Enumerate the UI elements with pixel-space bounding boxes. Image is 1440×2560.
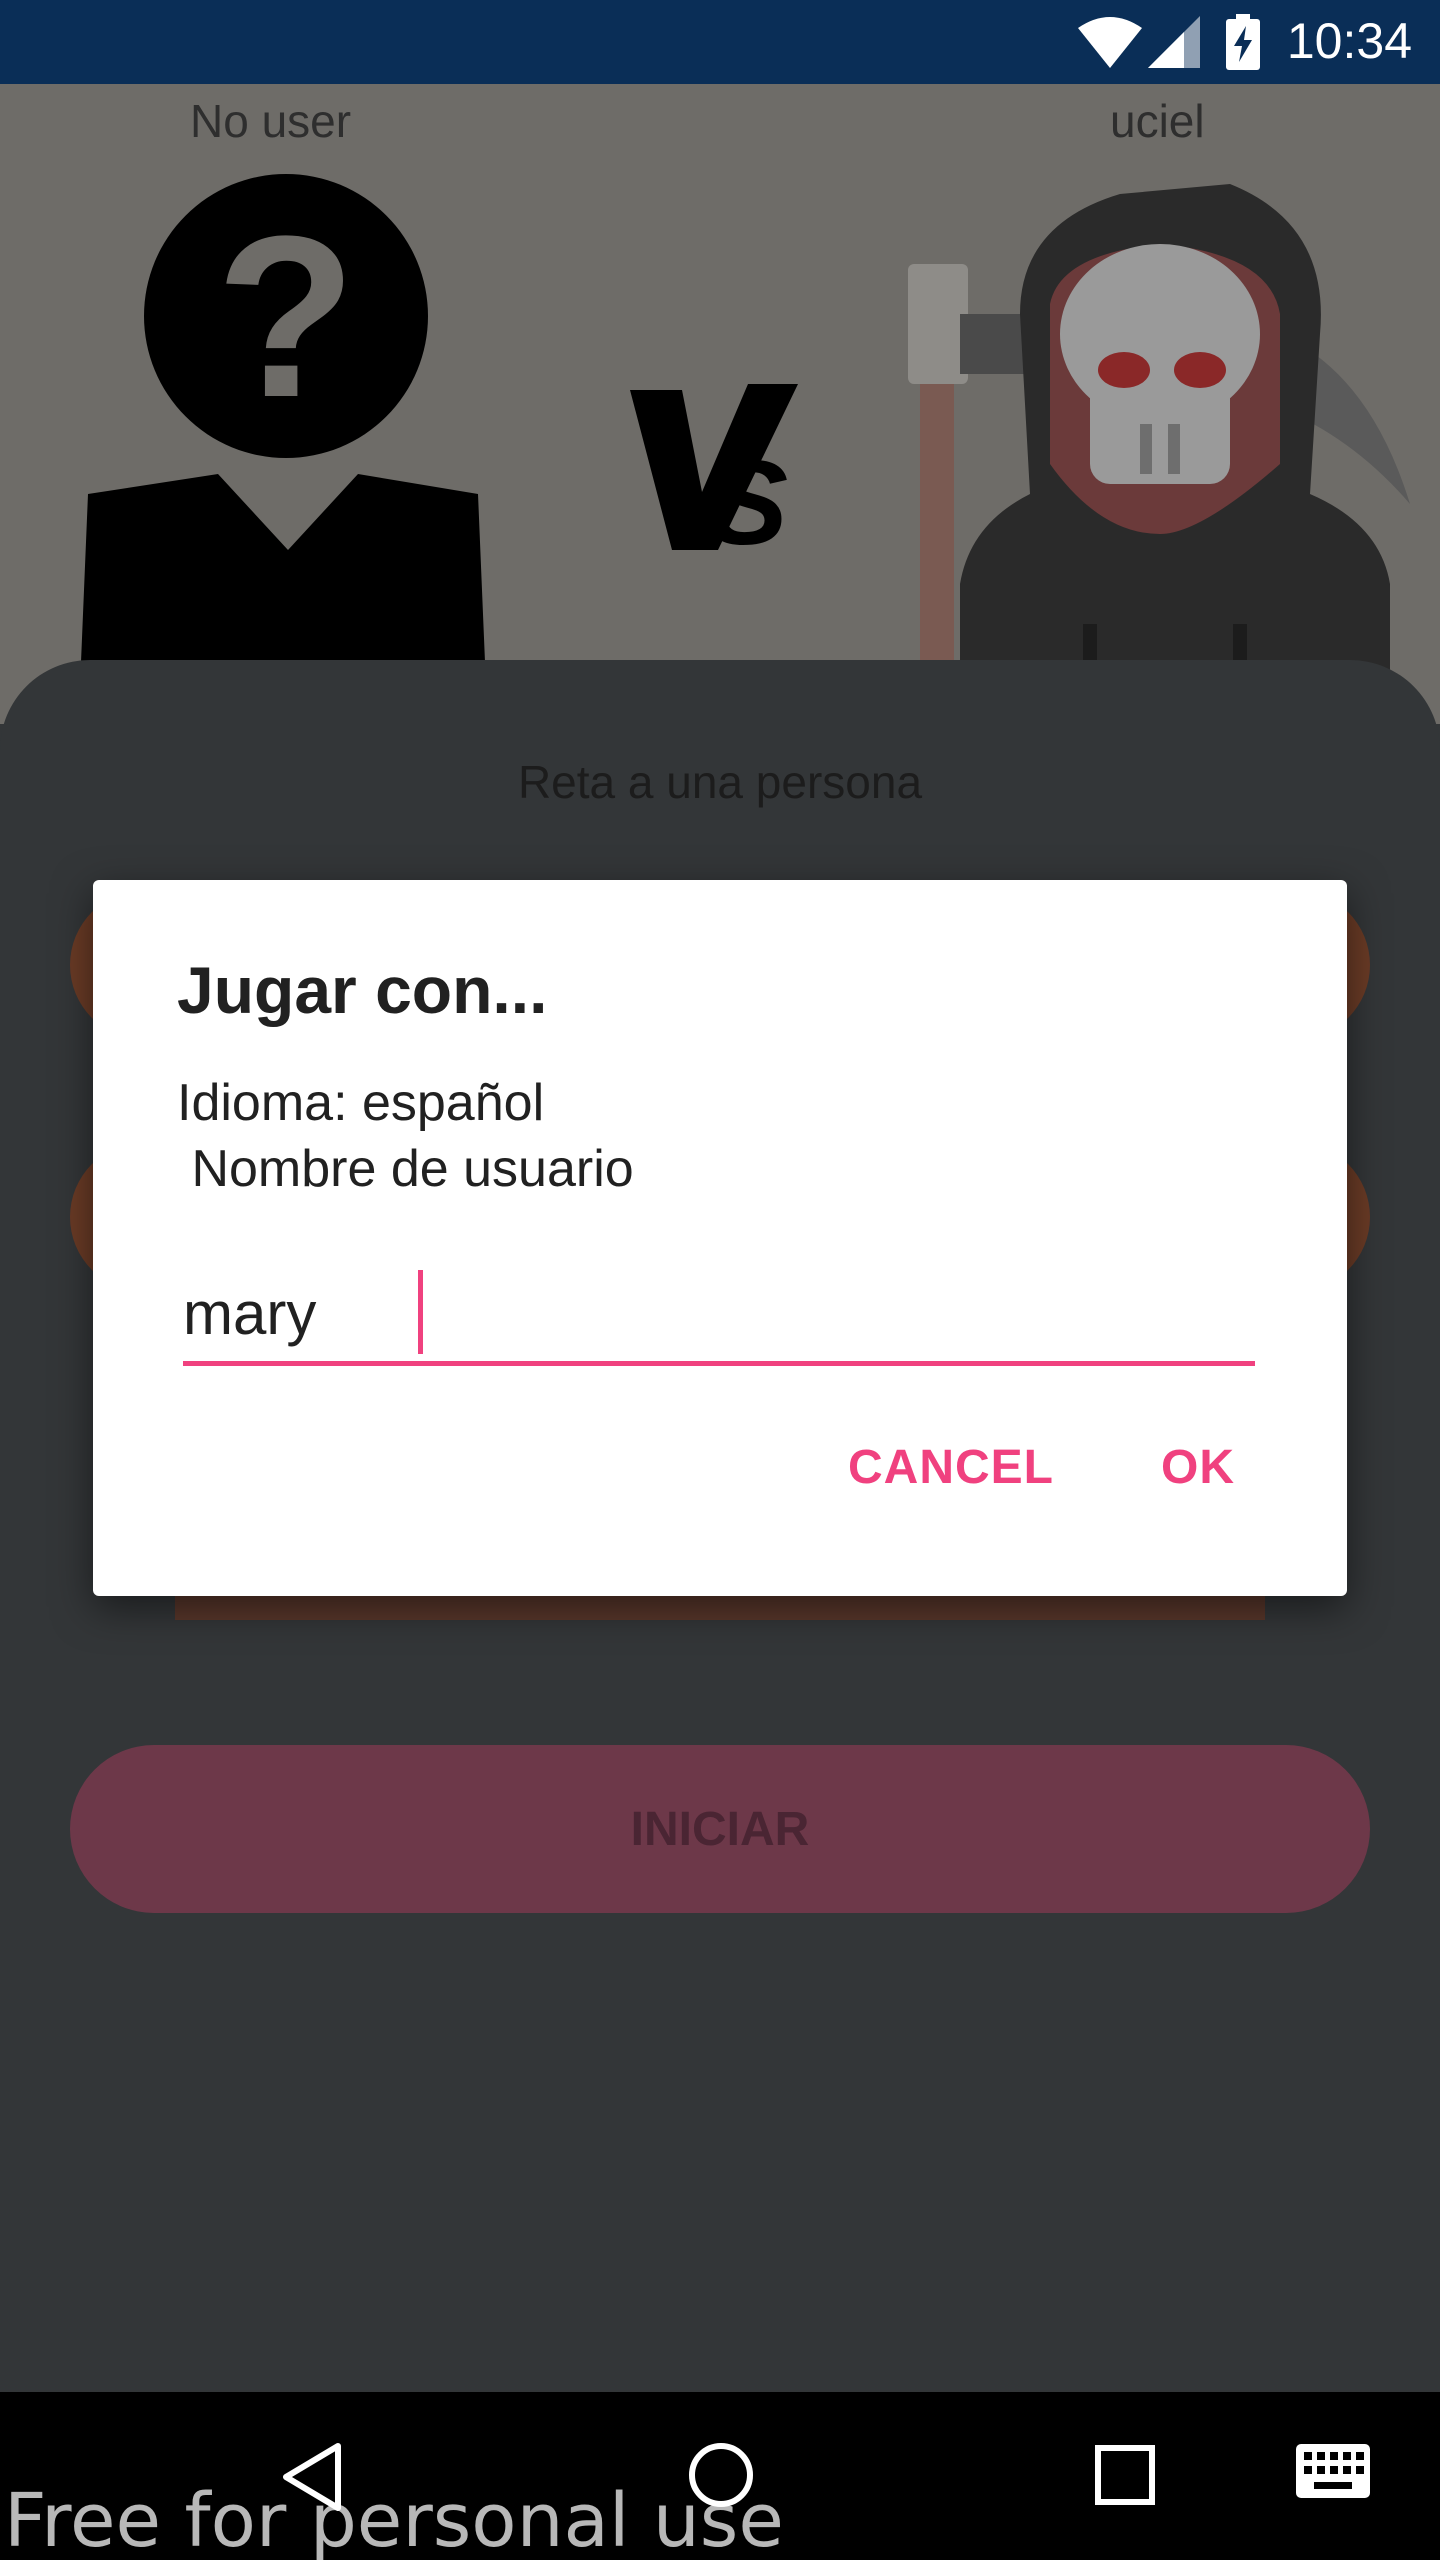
wifi-icon	[1078, 17, 1142, 68]
dialog-title: Jugar con...	[177, 953, 548, 1027]
username-input[interactable]	[183, 1266, 1255, 1366]
watermark-text: Free for personal use	[4, 2478, 784, 2560]
start-button[interactable]: INICIAR	[70, 1745, 1370, 1913]
status-bar: 10:34	[0, 0, 1440, 84]
status-time: 10:34	[1286, 13, 1412, 69]
play-with-dialog: Jugar con... Idioma: español Nombre de u…	[93, 880, 1347, 1596]
vs-logo: S	[630, 384, 798, 554]
ok-button[interactable]: OK	[1161, 1440, 1235, 1495]
player1-name: No user	[190, 95, 352, 147]
unknown-user-icon[interactable]: ?	[78, 174, 488, 724]
text-caret	[418, 1270, 423, 1354]
player2-name: uciel	[1110, 95, 1205, 147]
signal-icon	[1148, 16, 1200, 68]
battery-charging-icon	[1226, 14, 1260, 70]
dialog-message: Idioma: español Nombre de usuario	[177, 1074, 634, 1198]
cancel-button[interactable]: CANCEL	[848, 1440, 1054, 1495]
grim-reaper-icon[interactable]	[900, 164, 1420, 724]
match-header: No user uciel ? S	[0, 84, 1440, 724]
keyboard-icon[interactable]	[1296, 2444, 1370, 2498]
recents-icon[interactable]	[1094, 2444, 1156, 2506]
svg-text:?: ?	[216, 188, 357, 445]
panel-heading: Reta a una persona	[517, 756, 923, 808]
svg-text:S: S	[708, 436, 788, 554]
